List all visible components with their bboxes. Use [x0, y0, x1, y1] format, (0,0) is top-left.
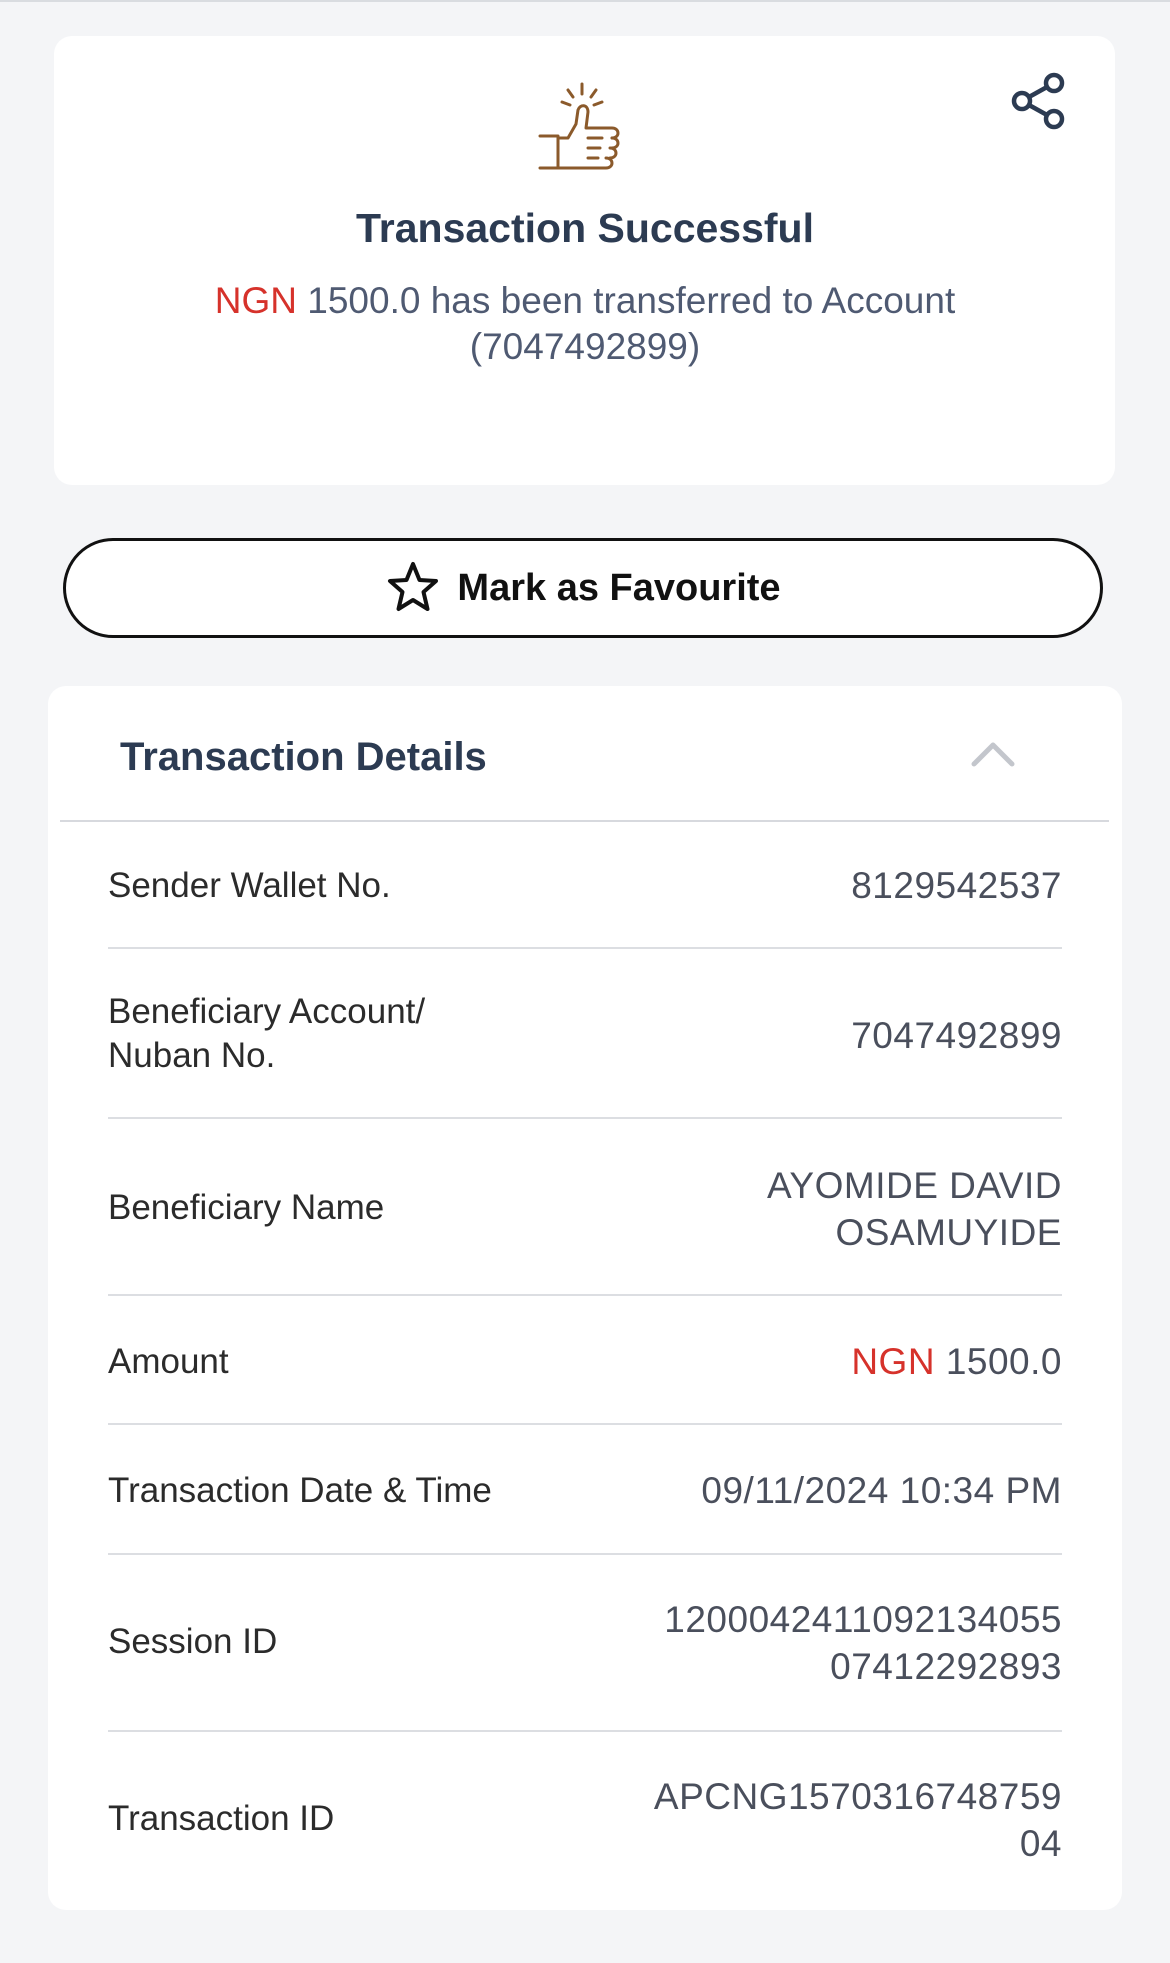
detail-row-beneficiary-account: Beneficiary Account/ Nuban No. 704749289…	[108, 990, 1062, 1080]
transaction-details-title: Transaction Details	[120, 735, 487, 779]
thumbs-up-icon	[538, 82, 620, 170]
detail-row-transaction-id: Transaction ID APCNG1570316748759 04	[108, 1773, 1062, 1867]
amount-value: NGN 1500.0	[851, 1338, 1062, 1385]
transaction-id-label: Transaction ID	[108, 1799, 335, 1838]
detail-row-amount: Amount NGN 1500.0	[108, 1338, 1062, 1388]
beneficiary-name-label: Beneficiary Name	[108, 1188, 385, 1227]
amount-number: 1500.0	[945, 1341, 1062, 1382]
transaction-id-value-line2: 04	[1019, 1823, 1062, 1864]
sender-wallet-value: 8129542537	[851, 865, 1062, 906]
date-time-label: Transaction Date & Time	[108, 1471, 492, 1510]
beneficiary-name-value-line1: AYOMIDE DAVID	[766, 1165, 1062, 1206]
detail-row-date-time: Transaction Date & Time 09/11/2024 10:34…	[108, 1467, 1062, 1517]
row-divider	[108, 1423, 1062, 1425]
transaction-id-value-line1: APCNG1570316748759	[653, 1776, 1062, 1817]
chevron-up-icon[interactable]	[968, 730, 1018, 780]
session-id-value-line1: 1200042411092134055	[664, 1599, 1062, 1640]
mark-favourite-button[interactable]: Mark as Favourite	[63, 538, 1103, 638]
success-message: NGN 1500.0 has been transferred to Accou…	[150, 278, 1020, 370]
row-divider	[108, 1730, 1062, 1732]
session-id-label: Session ID	[108, 1622, 278, 1661]
session-id-value-line2: 07412292893	[830, 1646, 1062, 1687]
beneficiary-name-value-line2: OSAMUYIDE	[835, 1212, 1062, 1253]
transaction-details-header[interactable]: Transaction Details	[48, 686, 1122, 821]
currency-code: NGN	[214, 280, 297, 321]
beneficiary-account-label-line2: Nuban No.	[108, 1036, 276, 1075]
row-divider	[108, 1294, 1062, 1296]
beneficiary-account-label-line1: Beneficiary Account/	[108, 992, 426, 1031]
share-icon[interactable]	[1010, 72, 1068, 130]
detail-row-beneficiary-name: Beneficiary Name AYOMIDE DAVID OSAMUYIDE	[108, 1162, 1062, 1256]
header-divider	[60, 820, 1109, 822]
mark-favourite-label: Mark as Favourite	[457, 566, 781, 609]
success-message-text: 1500.0 has been transferred to Account (…	[307, 280, 956, 367]
success-title: Transaction Successful	[355, 205, 814, 251]
date-time-value: 09/11/2024 10:34 PM	[701, 1470, 1062, 1511]
top-border	[0, 0, 1170, 2]
row-divider	[108, 1553, 1062, 1555]
sender-wallet-label: Sender Wallet No.	[108, 866, 391, 905]
row-divider	[108, 947, 1062, 949]
row-divider	[108, 1117, 1062, 1119]
star-outline-icon	[388, 562, 439, 611]
detail-row-session-id: Session ID 1200042411092134055 074122928…	[108, 1596, 1062, 1690]
detail-row-sender-wallet: Sender Wallet No. 8129542537	[108, 862, 1062, 912]
amount-currency: NGN	[851, 1341, 936, 1382]
beneficiary-account-value: 7047492899	[851, 1015, 1062, 1056]
amount-label: Amount	[108, 1342, 229, 1381]
